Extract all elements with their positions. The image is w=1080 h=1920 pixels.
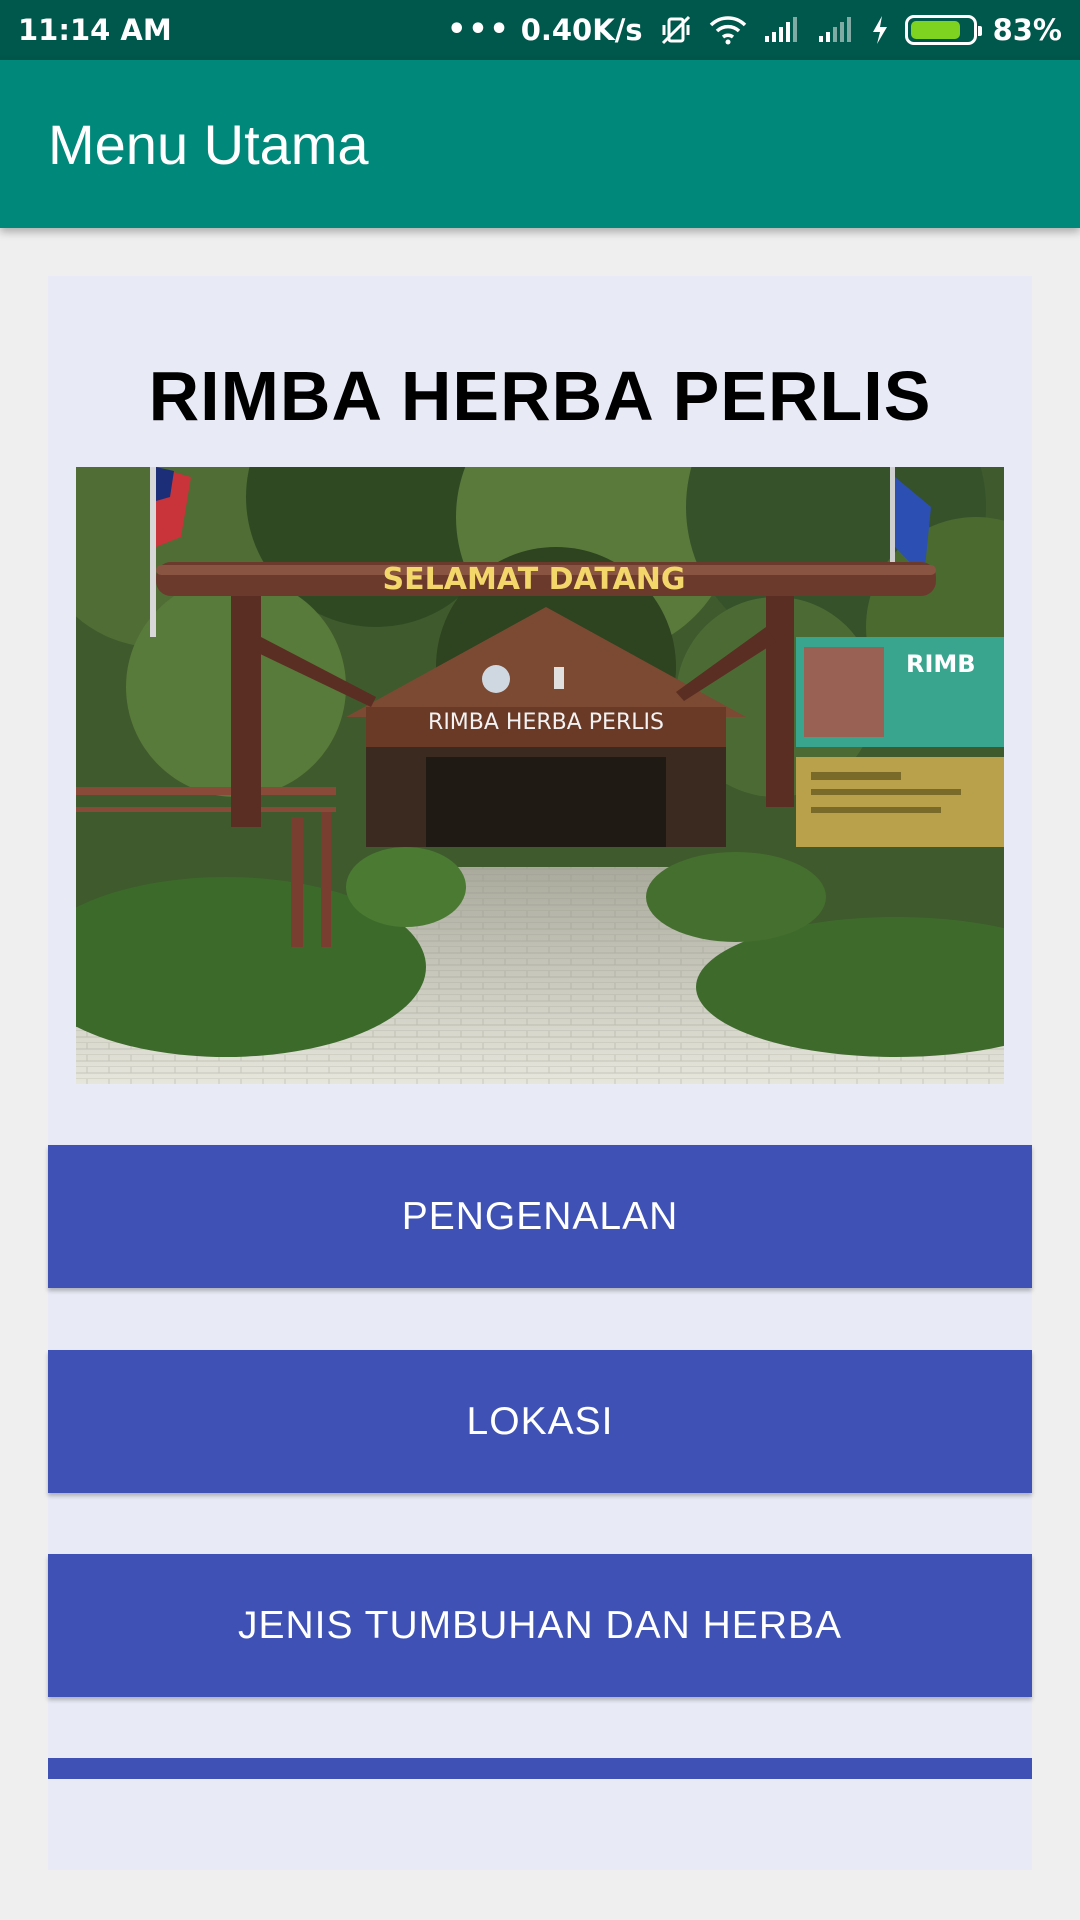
entrance-photo: RIMBA HERBA PERLIS SELAMAT DATANG RIMB [76,467,1004,1084]
pengenalan-button[interactable]: PENGENALAN [48,1145,1032,1288]
status-bar: 11:14 AM ••• 0.40K/s 83% [0,0,1080,60]
status-time: 11:14 AM [18,13,172,47]
battery-percent: 83% [992,13,1062,47]
vibrate-off-icon [659,13,693,47]
lokasi-button[interactable]: LOKASI [48,1350,1032,1493]
more-dots-icon: ••• [447,12,511,47]
network-speed: 0.40K/s [520,13,643,47]
jenis-tumbuhan-button[interactable]: JENIS TUMBUHAN DAN HERBA [48,1554,1032,1697]
arch-sign-text: SELAMAT DATANG [383,562,686,597]
wifi-icon [709,15,747,45]
app-bar-title: Menu Utama [48,112,369,176]
pavilion-sign-text: RIMBA HERBA PERLIS [428,710,664,735]
battery-level-fill [910,21,961,39]
board-sign-text: RIMB [906,650,976,678]
status-icons: ••• 0.40K/s 83% [447,13,1062,47]
page-heading: RIMBA HERBA PERLIS [148,357,932,435]
signal-icon [817,16,855,44]
charging-bolt-icon [871,15,889,45]
app-bar: Menu Utama [0,60,1080,228]
signal-icon [763,16,801,44]
main-card: RIMBA HERBA PERLIS RIMBA HERBA PERLIS SE… [48,276,1032,1870]
partially-visible-menu-button[interactable] [48,1758,1032,1779]
battery-icon [904,15,982,45]
